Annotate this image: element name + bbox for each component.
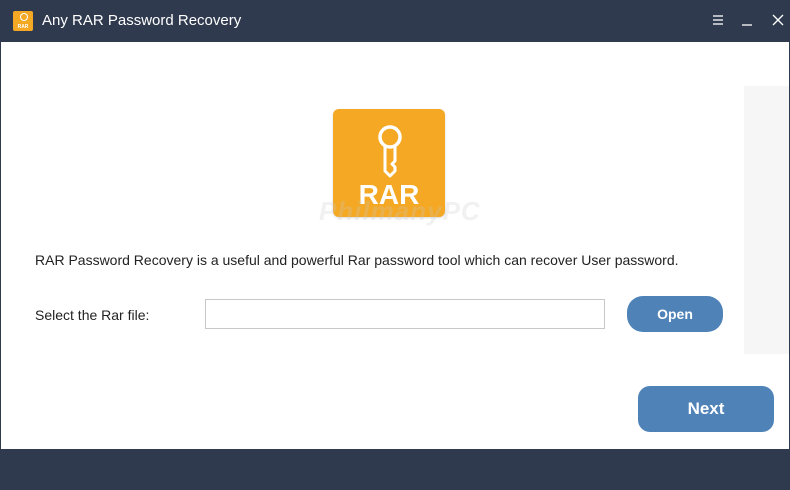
app-icon-text: RAR (17, 24, 29, 30)
menu-icon (713, 15, 723, 25)
title-bar[interactable]: RAR Any RAR Password Recovery (1, 0, 789, 42)
watermark: PhilmanyPC (319, 196, 481, 226)
minimize-icon (742, 24, 752, 26)
minimize-button[interactable] (735, 9, 759, 31)
window-title: Any RAR Password Recovery (42, 12, 242, 29)
key-icon (378, 125, 402, 178)
side-panel-shade (744, 86, 789, 354)
open-button[interactable]: Open (627, 296, 723, 332)
close-button[interactable] (766, 9, 790, 31)
app-icon: RAR (13, 11, 33, 31)
menu-button[interactable] (706, 9, 730, 31)
app-description: RAR Password Recovery is a useful and po… (35, 252, 679, 268)
app-key-icon (20, 13, 28, 21)
rar-file-path-input[interactable] (205, 299, 605, 329)
close-icon (772, 14, 784, 26)
footer-bar (1, 449, 789, 489)
app-window: RAR Any RAR Password Recovery RAR Philma… (0, 0, 790, 490)
select-file-label: Select the Rar file: (35, 307, 150, 323)
next-button[interactable]: Next (638, 386, 774, 432)
